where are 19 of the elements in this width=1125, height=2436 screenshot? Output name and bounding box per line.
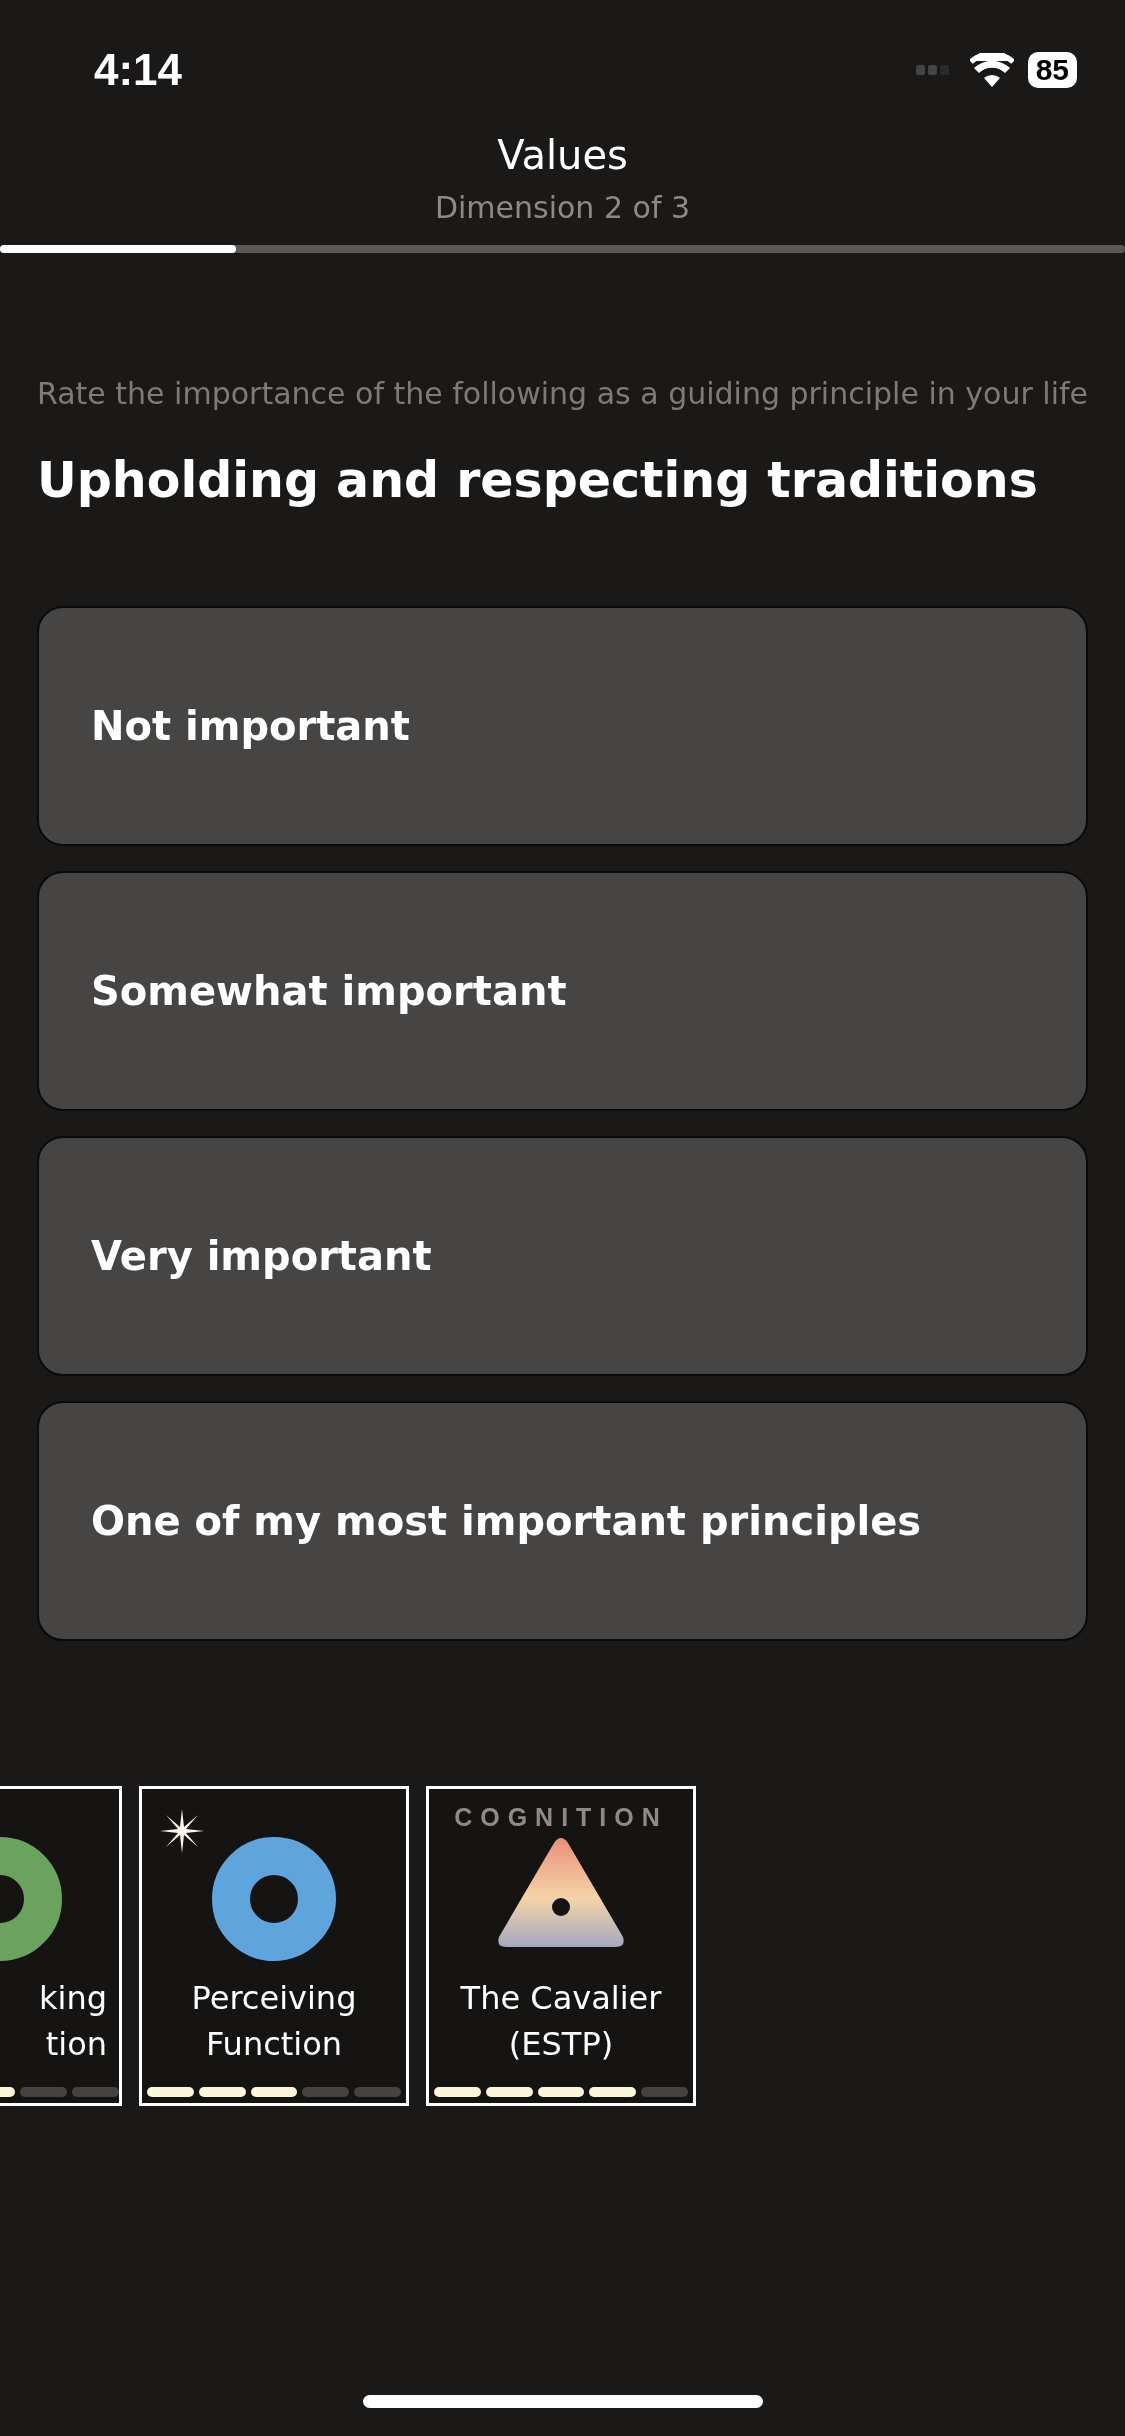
triangle-icon [496,1837,626,1949]
type-card[interactable]: Perceiving Function [139,1786,409,2106]
card-title: The Cavalier (ESTP) [460,1978,662,2065]
status-time: 4:14 [94,45,183,95]
battery-level: 85 [1027,52,1077,88]
type-card[interactable]: COGNITION The Cavalier (ESTP) [426,1786,696,2106]
screen-title: Values [497,132,628,178]
wifi-icon [969,53,1014,87]
answer-option[interactable]: Not important [37,606,1088,846]
card-title: Perceiving Function [191,1978,357,2065]
screen-subtitle: Dimension 2 of 3 [434,190,691,225]
question-prompt: Rate the importance of the following as a guiding principle in your life [37,375,1088,413]
card-title: king tion [39,1978,108,2065]
category-label: COGNITION [454,1803,668,1833]
answer-option[interactable]: One of my most important principles [37,1401,1088,1641]
answer-option[interactable]: Somewhat important [37,871,1088,1111]
question-text: Upholding and respecting traditions [37,451,1039,511]
type-card[interactable]: king tion [0,1786,122,2106]
answer-option[interactable]: Very important [37,1136,1088,1376]
